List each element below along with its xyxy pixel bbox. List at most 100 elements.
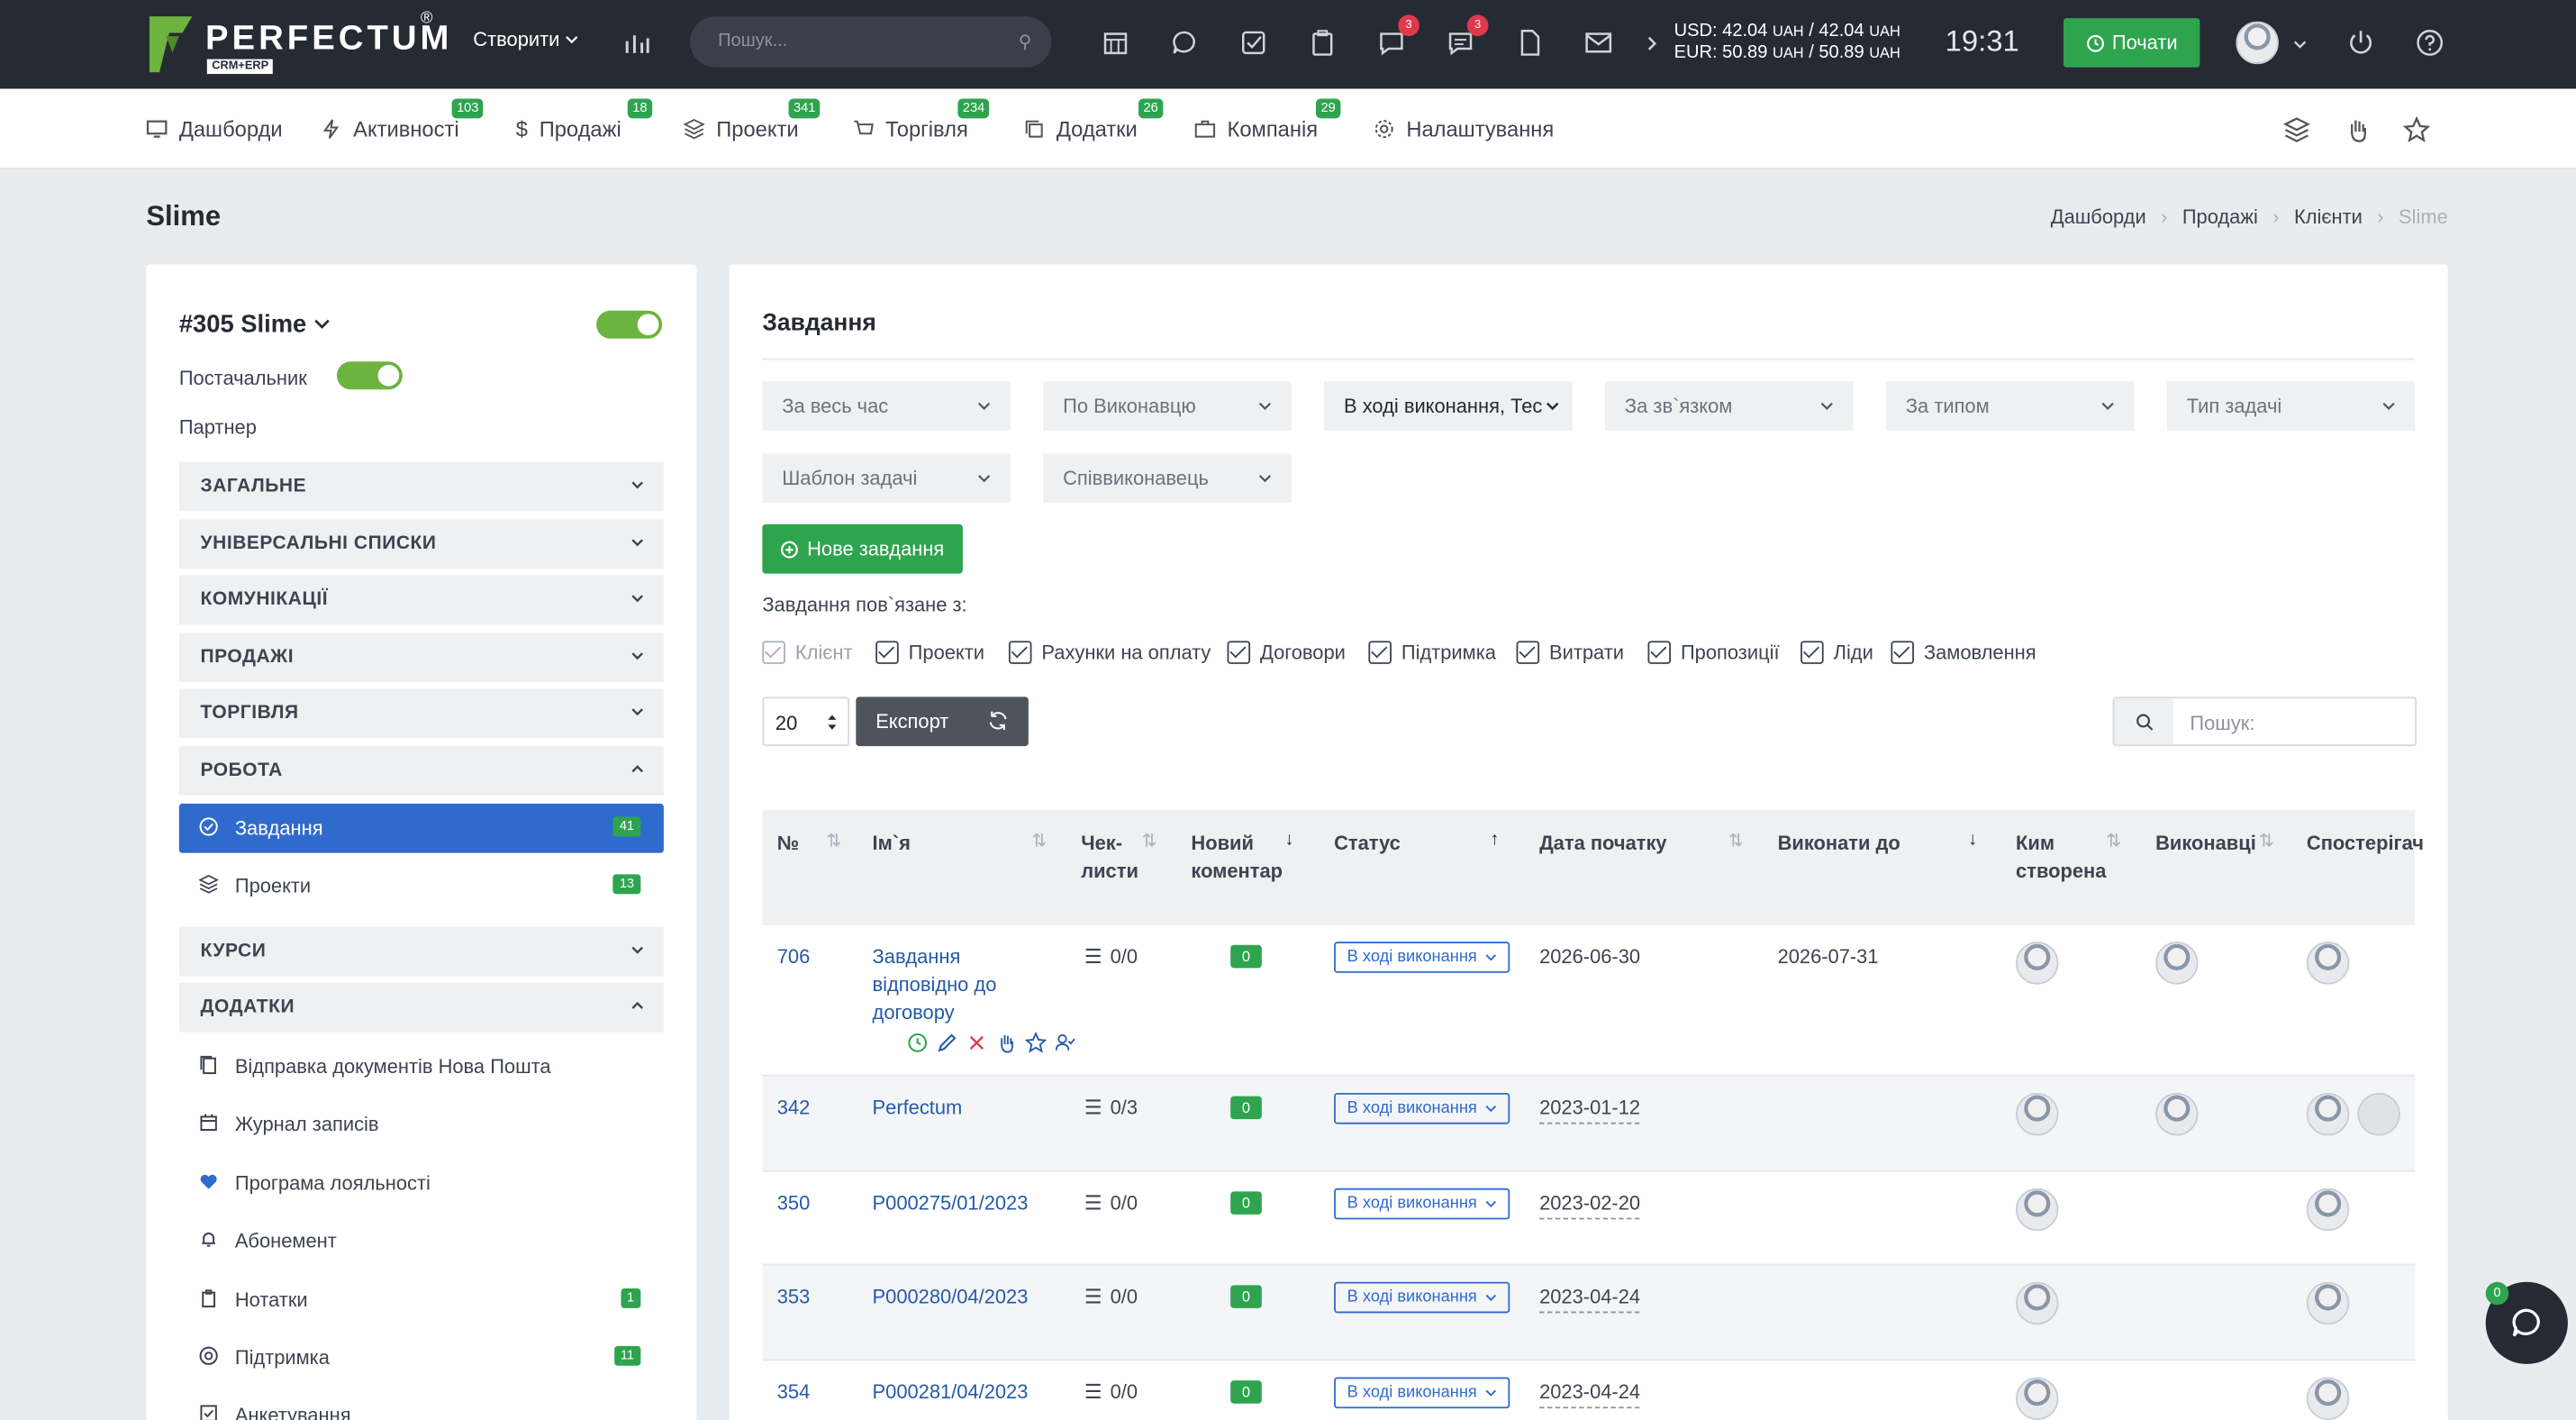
row-status-select[interactable]: В ході виконання: [1334, 1281, 1510, 1314]
table-row[interactable]: 354 P000281/04/2023 ☰ 0/0 0 В ході викона…: [762, 1361, 2415, 1420]
creator-avatar[interactable]: [2016, 1281, 2059, 1325]
executor-avatar[interactable]: [2155, 942, 2199, 985]
nav-activities[interactable]: Активності 103: [321, 98, 484, 141]
pencil-icon[interactable]: [937, 1032, 958, 1053]
star-icon[interactable]: [2403, 116, 2430, 143]
creator-avatar[interactable]: [2016, 1188, 2059, 1232]
notifications-icon[interactable]: 3: [1374, 14, 1420, 60]
client-active-toggle[interactable]: [596, 310, 663, 339]
section-trade[interactable]: ТОРГІВЛЯ: [178, 688, 664, 738]
row-status-select[interactable]: В ході виконання: [1334, 1377, 1510, 1409]
sort-icon[interactable]: ⇅: [826, 830, 841, 851]
watcher-avatar[interactable]: [2306, 1377, 2350, 1420]
table-row[interactable]: 350 P000275/01/2023 ☰ 0/0 0 В ході викона…: [762, 1172, 2416, 1266]
sort-icon[interactable]: ⇅: [1142, 830, 1157, 851]
sort-asc-icon[interactable]: ↑: [1490, 830, 1499, 850]
messages-icon[interactable]: 3: [1442, 14, 1489, 60]
row-number[interactable]: 350: [777, 1190, 811, 1218]
row-comment-badge[interactable]: 0: [1230, 1096, 1262, 1120]
supplier-toggle[interactable]: [336, 361, 403, 390]
col-name[interactable]: Ім`я: [873, 830, 911, 858]
nav-projects[interactable]: Проекти 341: [683, 98, 821, 141]
filter-relation[interactable]: За зв`язком: [1605, 381, 1854, 431]
section-courses[interactable]: КУРСИ: [178, 926, 664, 977]
row-number[interactable]: 342: [777, 1095, 811, 1123]
mail-icon[interactable]: [1581, 24, 1617, 60]
breadcrumb-clients[interactable]: Клієнти: [2294, 205, 2363, 229]
filter-template[interactable]: Шаблон задачі: [762, 453, 1011, 504]
layers-icon[interactable]: [2283, 117, 2310, 143]
row-status-select[interactable]: В ході виконання: [1334, 1092, 1510, 1124]
related-support-checkbox[interactable]: Підтримка: [1368, 641, 1496, 664]
row-name[interactable]: P000275/01/2023: [873, 1190, 1029, 1218]
table-row[interactable]: 342 Perfectum ☰ 0/3 0 В ході виконання 20…: [762, 1076, 2416, 1172]
nav-company[interactable]: Компанія 29: [1194, 98, 1341, 141]
executor-avatar[interactable]: [2155, 1092, 2199, 1136]
row-number[interactable]: 354: [777, 1379, 811, 1406]
refresh-icon[interactable]: [987, 710, 1009, 732]
creator-avatar[interactable]: [2016, 1092, 2059, 1136]
col-number[interactable]: №: [777, 830, 799, 858]
related-leads-checkbox[interactable]: Ліди: [1800, 641, 1873, 664]
sort-icon[interactable]: ⇅: [1031, 830, 1047, 851]
nav-settings[interactable]: Налаштування: [1374, 117, 1554, 141]
nav-addons[interactable]: Додатки 26: [1023, 98, 1164, 141]
related-invoices-checkbox[interactable]: Рахунки на оплату: [1008, 641, 1211, 664]
sort-icon[interactable]: ⇅: [1728, 830, 1744, 851]
section-lists[interactable]: УНІВЕРСАЛЬНІ СПИСКИ: [178, 519, 664, 569]
clipboard-icon[interactable]: [1304, 24, 1340, 60]
creator-avatar[interactable]: [2016, 1377, 2059, 1420]
watcher-avatar[interactable]: [2306, 1092, 2350, 1136]
chevron-down-icon[interactable]: [2293, 38, 2307, 51]
close-icon[interactable]: [966, 1032, 988, 1053]
section-communications[interactable]: КОМУНІКАЦІЇ: [178, 575, 664, 625]
sort-desc-icon[interactable]: ↓: [1968, 830, 1977, 850]
related-expenses-checkbox[interactable]: Витрати: [1516, 641, 1624, 664]
filter-period[interactable]: За весь час: [762, 381, 1011, 431]
creator-avatar[interactable]: [2016, 942, 2059, 985]
tasks-icon[interactable]: [1236, 24, 1272, 60]
sidebar-item-support[interactable]: Підтримка 11: [179, 1333, 664, 1382]
nav-dashboards[interactable]: Дашборди: [146, 117, 283, 141]
star-icon[interactable]: [1025, 1032, 1047, 1053]
related-contracts-checkbox[interactable]: Договори: [1227, 641, 1346, 664]
sidebar-item-journal[interactable]: Журнал записів: [179, 1099, 664, 1149]
hand-icon[interactable]: [995, 1032, 1017, 1053]
row-comment-badge[interactable]: 0: [1230, 1380, 1262, 1404]
section-general[interactable]: ЗАГАЛЬНЕ: [178, 461, 664, 512]
clock-icon[interactable]: [907, 1032, 929, 1053]
sidebar-item-tasks[interactable]: Завдання 41: [178, 803, 664, 853]
filter-coexecutor[interactable]: Співвиконавець: [1043, 453, 1292, 504]
watcher-avatar[interactable]: [2306, 942, 2350, 985]
nav-sales[interactable]: $ Продажі 18: [516, 98, 652, 141]
section-sales[interactable]: ПРОДАЖІ: [178, 633, 664, 682]
client-title[interactable]: #305 Slime: [179, 311, 330, 339]
calendar-icon[interactable]: [1097, 24, 1133, 60]
col-creator[interactable]: Ким створена: [2016, 830, 2106, 886]
sort-icon[interactable]: ⇅: [2106, 830, 2121, 851]
col-new-comment[interactable]: Новий коментар: [1191, 830, 1283, 886]
sort-icon[interactable]: ⇅: [2259, 830, 2274, 851]
page-size-select[interactable]: 20: [762, 696, 850, 747]
sidebar-item-notes[interactable]: Нотатки 1: [179, 1275, 664, 1324]
export-button[interactable]: Експорт: [856, 696, 1029, 747]
sidebar-item-survey[interactable]: Анкетування: [179, 1390, 664, 1420]
breadcrumb-sales[interactable]: Продажі: [2182, 205, 2258, 229]
row-name[interactable]: Завдання відповідно до договору: [873, 943, 1029, 1027]
create-menu[interactable]: Створити: [473, 28, 578, 51]
row-status-select[interactable]: В ході виконання: [1334, 1188, 1510, 1220]
hand-icon[interactable]: [2345, 117, 2371, 143]
related-proposals-checkbox[interactable]: Пропозиції: [1647, 641, 1780, 664]
global-search-input[interactable]: Пошук... ⚲: [690, 16, 1052, 68]
breadcrumb-dashboards[interactable]: Дашборди: [2051, 205, 2146, 229]
sidebar-item-subscription[interactable]: Абонемент: [179, 1216, 664, 1266]
nav-trade[interactable]: Торгівля 234: [853, 98, 990, 141]
row-comment-badge[interactable]: 0: [1230, 944, 1262, 969]
related-orders-checkbox[interactable]: Замовлення: [1891, 641, 2036, 664]
table-row[interactable]: 706 Завдання відповідно до договору ☰ 0/0…: [762, 925, 2416, 1077]
row-name[interactable]: Perfectum: [873, 1095, 963, 1123]
row-number[interactable]: 353: [777, 1284, 811, 1312]
row-comment-badge[interactable]: 0: [1230, 1191, 1262, 1215]
table-search-input[interactable]: Пошук:: [2112, 696, 2417, 747]
watcher-placeholder-avatar[interactable]: [2357, 1092, 2400, 1136]
